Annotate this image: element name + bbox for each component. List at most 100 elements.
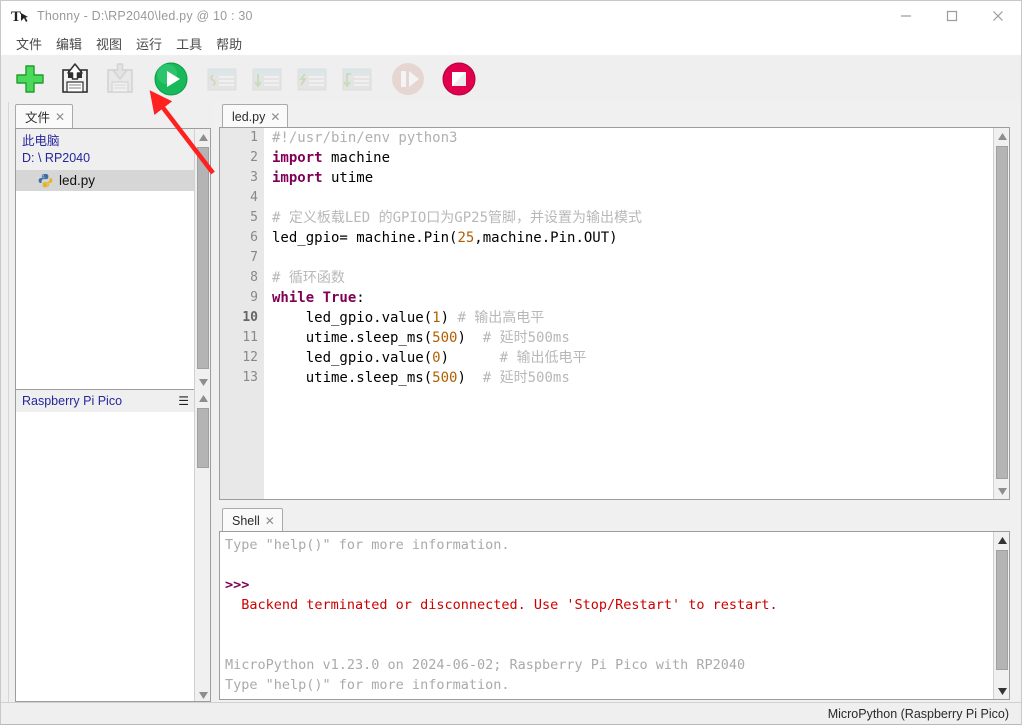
close-icon[interactable]: ✕ — [55, 111, 65, 123]
line-number-gutter: 1 2 3 4 5 6 7 8 9 10 11 12 13 — [220, 128, 264, 499]
title-bar: T Thonny - D:\RP2040\led.py @ 10 : 30 — [1, 1, 1021, 31]
tab-led-py[interactable]: led.py ✕ — [222, 104, 289, 128]
minimize-button[interactable] — [883, 1, 929, 31]
file-panel-body: 此电脑 D: \ RP2040 led.py Raspberry Pi Pico… — [15, 128, 211, 702]
local-files-header: 此电脑 D: \ RP2040 — [16, 129, 195, 170]
shell-line: MicroPython v1.23.0 on 2024-06-02; Raspb… — [225, 657, 746, 673]
scroll-up-arrow-icon[interactable] — [195, 129, 210, 145]
shell-line: Type "help()" for more information. — [225, 677, 510, 693]
tab-shell-label: Shell — [232, 513, 260, 528]
close-button[interactable] — [975, 1, 1021, 31]
device-row[interactable]: Raspberry Pi Pico ☰ — [16, 390, 195, 412]
this-pc-label[interactable]: 此电脑 — [22, 133, 195, 150]
scroll-up-arrow-icon[interactable] — [195, 390, 210, 406]
code-line: led_gpio.value(0) # 输出低电平 — [272, 350, 587, 366]
shell-line: >>> — [225, 695, 992, 699]
close-icon[interactable]: ✕ — [265, 515, 275, 527]
scroll-up-arrow-icon[interactable] — [994, 128, 1009, 144]
window-title: Thonny - D:\RP2040\led.py @ 10 : 30 — [37, 9, 253, 23]
file-name-label: led.py — [59, 173, 96, 188]
menu-file[interactable]: 文件 — [9, 32, 49, 55]
local-files-section: 此电脑 D: \ RP2040 led.py — [16, 129, 195, 389]
window-controls — [883, 1, 1021, 31]
menu-view[interactable]: 视图 — [89, 32, 129, 55]
thonny-icon: T — [11, 7, 29, 25]
thonny-window: T Thonny - D:\RP2040\led.py @ 10 : 30 文件… — [0, 0, 1022, 725]
shell-scrollbar[interactable] — [993, 532, 1009, 699]
debug-button — [203, 60, 241, 98]
step-over-button — [248, 60, 286, 98]
python-file-icon — [38, 173, 53, 188]
scrollbar-thumb[interactable] — [197, 147, 209, 369]
menu-edit[interactable]: 编辑 — [49, 32, 89, 55]
scroll-up-arrow-icon[interactable] — [994, 532, 1009, 548]
svg-text:T: T — [11, 9, 21, 25]
menu-help[interactable]: 帮助 — [209, 32, 249, 55]
scroll-down-arrow-icon[interactable] — [994, 683, 1009, 699]
tab-led-py-label: led.py — [232, 109, 266, 124]
line-number: 13 — [242, 370, 258, 385]
code-line: led_gpio.value(1) # 输出高电平 — [272, 310, 545, 326]
scrollbar-thumb[interactable] — [996, 146, 1008, 479]
file-panel-tabstrip: 文件 ✕ — [10, 102, 214, 128]
scroll-down-arrow-icon[interactable] — [195, 374, 210, 390]
line-number: 11 — [242, 330, 258, 345]
tab-shell[interactable]: Shell ✕ — [222, 508, 283, 532]
menu-run[interactable]: 运行 — [129, 32, 169, 55]
code-text-area[interactable]: #!/usr/bin/env python3 import machine impo… — [264, 128, 992, 499]
code-editor-panel: led.py ✕ 1 2 3 4 5 6 7 8 9 10 11 12 13 #!/usr/bin/en… — [217, 102, 1012, 502]
current-path-label[interactable]: D: \ RP2040 — [22, 150, 195, 167]
load-button — [101, 60, 139, 98]
close-icon[interactable]: ✕ — [270, 111, 280, 123]
left-edge-strip — [1, 102, 9, 702]
code-line: led_gpio= machine.Pin(25,machine.Pin.OUT… — [272, 230, 618, 246]
resume-button — [389, 60, 427, 98]
shell-line: >>> — [225, 577, 250, 593]
code-line: utime.sleep_ms(500) # 延时500ms — [272, 330, 570, 346]
save-button[interactable] — [56, 60, 94, 98]
menu-bar: 文件 编辑 视图 运行 工具 帮助 — [1, 31, 1021, 55]
file-panel-scrollbar-bottom[interactable] — [194, 390, 210, 701]
editor-scrollbar[interactable] — [993, 128, 1009, 499]
step-into-button — [293, 60, 331, 98]
code-line: import machine — [272, 150, 391, 166]
scroll-down-arrow-icon[interactable] — [195, 687, 210, 701]
line-number: 4 — [250, 190, 258, 205]
file-panel-scrollbar-top[interactable] — [194, 129, 210, 390]
shell-output[interactable]: Type "help()" for more information. >>> … — [220, 532, 992, 699]
status-bar: MicroPython (Raspberry Pi Pico) — [1, 702, 1021, 724]
code-line: # 定义板载LED 的GPIO口为GP25管脚，并设置为输出模式 — [272, 210, 643, 226]
line-number: 9 — [250, 290, 258, 305]
tab-files[interactable]: 文件 ✕ — [15, 104, 74, 128]
scroll-down-arrow-icon[interactable] — [994, 483, 1009, 499]
list-item[interactable]: led.py — [16, 170, 195, 191]
line-number: 10 — [242, 310, 258, 325]
menu-tools[interactable]: 工具 — [169, 32, 209, 55]
code-line: while True: — [272, 290, 365, 306]
line-number: 6 — [250, 230, 258, 245]
interpreter-status-label[interactable]: MicroPython (Raspberry Pi Pico) — [828, 707, 1009, 721]
code-line: #!/usr/bin/env python3 — [272, 130, 458, 146]
tab-files-label: 文件 — [25, 111, 51, 125]
hamburger-icon[interactable]: ☰ — [178, 394, 189, 408]
scrollbar-thumb[interactable] — [197, 408, 209, 468]
maximize-button[interactable] — [929, 1, 975, 31]
stop-button[interactable] — [440, 60, 478, 98]
line-number: 7 — [250, 250, 258, 265]
shell-line: Type "help()" for more information. — [225, 537, 510, 553]
run-button[interactable] — [152, 60, 190, 98]
line-number: 1 — [250, 130, 258, 145]
device-label: Raspberry Pi Pico — [22, 394, 123, 408]
shell-body: Type "help()" for more information. >>> … — [219, 531, 1010, 700]
code-line: utime.sleep_ms(500) # 延时500ms — [272, 370, 570, 386]
new-file-button[interactable] — [11, 60, 49, 98]
code-line: import utime — [272, 170, 374, 186]
scrollbar-thumb[interactable] — [996, 550, 1008, 670]
code-line: # 循环函数 — [272, 270, 345, 286]
file-panel: 文件 ✕ 此电脑 D: \ RP2040 led.py Raspberry Pi… — [10, 102, 214, 704]
